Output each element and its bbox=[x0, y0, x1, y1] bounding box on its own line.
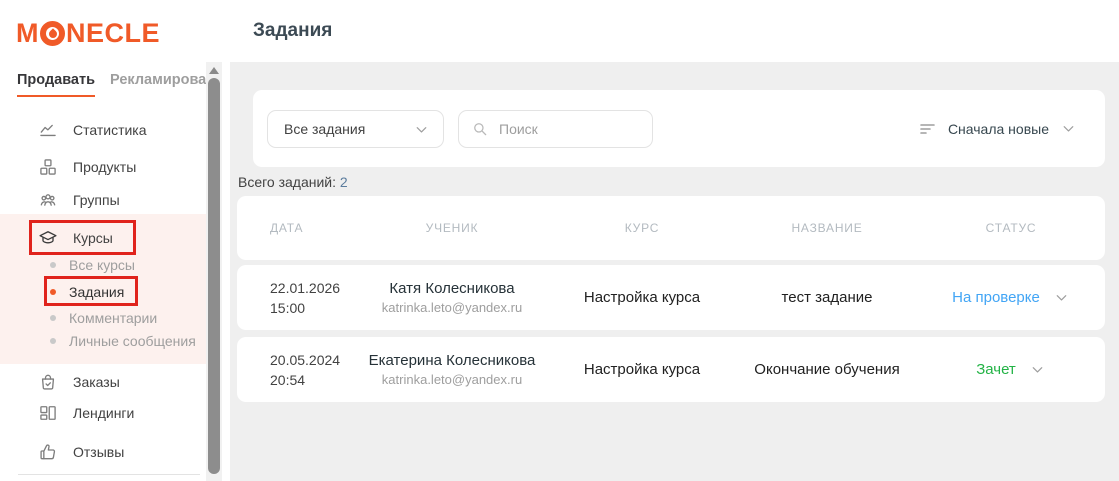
student-name: Катя Колесникова bbox=[357, 280, 547, 297]
sort-label: Сначала новые bbox=[948, 121, 1049, 137]
sort-control[interactable]: Сначала новые bbox=[919, 120, 1077, 138]
summary-count: 2 bbox=[340, 174, 348, 190]
bullet-icon bbox=[50, 315, 56, 321]
groups-people-icon bbox=[38, 190, 58, 210]
student-cell: Катя Колесникова katrinka.leto@yandex.ru bbox=[357, 280, 547, 315]
sidebar-subitem-private-messages[interactable]: Личные сообщения bbox=[50, 331, 196, 351]
chevron-down-icon[interactable] bbox=[1029, 361, 1046, 378]
task-time: 20:54 bbox=[270, 370, 357, 390]
column-header-course: КУРС bbox=[547, 221, 737, 235]
search-box bbox=[458, 110, 653, 148]
table-header-row: ДАТА УЧЕНИК КУРС НАЗВАНИЕ СТАТУС bbox=[237, 196, 1105, 260]
column-header-title: НАЗВАНИЕ bbox=[737, 221, 917, 235]
chevron-down-icon[interactable] bbox=[1053, 289, 1070, 306]
task-time: 15:00 bbox=[270, 298, 357, 318]
landings-layout-icon bbox=[38, 403, 58, 423]
course-name: Настройка курса bbox=[547, 289, 737, 306]
sidebar-tabs: Продавать Рекламировать bbox=[17, 72, 222, 97]
sidebar-item-landings[interactable]: Лендинги bbox=[38, 401, 134, 425]
student-email: katrinka.leto@yandex.ru bbox=[357, 372, 547, 387]
sidebar-item-label: Заказы bbox=[73, 374, 120, 390]
sidebar-item-label: Отзывы bbox=[73, 444, 124, 460]
annotation-box-tasks bbox=[44, 276, 138, 306]
page-title: Задания bbox=[253, 20, 332, 42]
tasks-total-summary: Всего заданий: 2 bbox=[238, 174, 348, 190]
orders-bag-icon bbox=[38, 372, 58, 392]
chart-icon bbox=[38, 120, 58, 140]
leaf-icon bbox=[47, 28, 58, 39]
sidebar-item-orders[interactable]: Заказы bbox=[38, 370, 120, 394]
sidebar-item-products[interactable]: Продукты bbox=[38, 155, 136, 179]
status-dropdown[interactable]: Зачет bbox=[917, 361, 1105, 378]
status-dropdown[interactable]: На проверке bbox=[917, 289, 1105, 306]
scrollbar-up-arrow-icon[interactable] bbox=[209, 67, 219, 74]
subitem-label: Комментарии bbox=[69, 310, 157, 326]
sidebar-item-label: Статистика bbox=[73, 122, 147, 138]
thumbs-up-icon bbox=[38, 442, 58, 462]
search-icon bbox=[471, 120, 489, 138]
student-name: Екатерина Колесникова bbox=[357, 352, 547, 369]
task-type-dropdown[interactable]: Все задания bbox=[267, 110, 444, 148]
filter-bar: Все задания Сначала новые bbox=[253, 90, 1105, 167]
app-window: M NECLE Продавать Рекламировать Статисти… bbox=[0, 0, 1119, 481]
column-header-student: УЧЕНИК bbox=[357, 221, 547, 235]
annotation-box-courses bbox=[29, 220, 136, 255]
monecle-logo[interactable]: M NECLE bbox=[16, 18, 160, 49]
task-date: 22.01.2026 bbox=[270, 278, 357, 298]
column-header-date: ДАТА bbox=[237, 221, 357, 235]
sidebar-subitem-all-courses[interactable]: Все курсы bbox=[50, 255, 135, 275]
sidebar-item-statistics[interactable]: Статистика bbox=[38, 118, 147, 142]
tab-sell[interactable]: Продавать bbox=[17, 72, 95, 97]
sort-lines-icon bbox=[919, 120, 937, 138]
logo-text-right: NECLE bbox=[66, 18, 160, 49]
subitem-label: Все курсы bbox=[69, 257, 135, 273]
chevron-down-icon bbox=[413, 121, 430, 138]
sidebar-item-label: Группы bbox=[73, 192, 120, 208]
task-title: Окончание обучения bbox=[737, 361, 917, 378]
sidebar-divider bbox=[18, 474, 200, 475]
student-cell: Екатерина Колесникова katrinka.leto@yand… bbox=[357, 352, 547, 387]
sidebar-scrollbar[interactable] bbox=[206, 62, 222, 481]
summary-label: Всего заданий: bbox=[238, 174, 336, 190]
task-date: 20.05.2024 bbox=[270, 350, 357, 370]
dropdown-value: Все задания bbox=[284, 121, 365, 137]
date-cell: 22.01.2026 15:00 bbox=[237, 278, 357, 318]
table-row[interactable]: 20.05.2024 20:54 Екатерина Колесникова k… bbox=[237, 337, 1105, 402]
student-email: katrinka.leto@yandex.ru bbox=[357, 300, 547, 315]
products-cubes-icon bbox=[38, 157, 58, 177]
sidebar-item-reviews[interactable]: Отзывы bbox=[38, 440, 124, 464]
status-badge: Зачет bbox=[976, 361, 1016, 378]
sidebar-subitem-comments[interactable]: Комментарии bbox=[50, 308, 157, 328]
bullet-icon bbox=[50, 262, 56, 268]
logo-o-icon bbox=[40, 21, 65, 46]
sidebar-item-groups[interactable]: Группы bbox=[38, 188, 120, 212]
course-name: Настройка курса bbox=[547, 361, 737, 378]
status-badge: На проверке bbox=[952, 289, 1040, 306]
date-cell: 20.05.2024 20:54 bbox=[237, 350, 357, 390]
bullet-icon bbox=[50, 338, 56, 344]
column-header-status: СТАТУС bbox=[917, 221, 1105, 235]
scrollbar-thumb[interactable] bbox=[208, 78, 220, 474]
task-title: тест задание bbox=[737, 289, 917, 306]
table-row[interactable]: 22.01.2026 15:00 Катя Колесникова katrin… bbox=[237, 265, 1105, 330]
chevron-down-icon bbox=[1060, 120, 1077, 137]
sidebar-item-label: Продукты bbox=[73, 159, 136, 175]
subitem-label: Личные сообщения bbox=[69, 333, 196, 349]
main-header: Задания bbox=[230, 0, 1119, 62]
logo-text-left: M bbox=[16, 18, 39, 49]
main-content: Все задания Сначала новые Всего заданий:… bbox=[230, 62, 1119, 481]
sidebar-item-label: Лендинги bbox=[73, 405, 134, 421]
search-input[interactable] bbox=[499, 121, 640, 137]
